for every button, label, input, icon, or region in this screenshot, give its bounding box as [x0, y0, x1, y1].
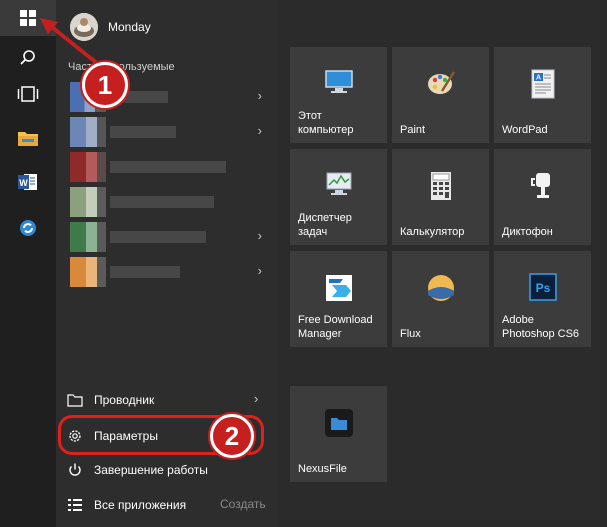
tile-wordpad[interactable]: A WordPad — [494, 47, 591, 143]
sync-app-taskbar-button[interactable] — [0, 208, 56, 248]
most-used-app-item[interactable] — [70, 152, 266, 182]
explorer-label: Проводник — [94, 393, 155, 407]
all-apps-label: Все приложения — [94, 498, 187, 512]
annotation-step-2: 2 — [210, 414, 254, 458]
power-icon — [66, 461, 84, 479]
file-explorer-taskbar-button[interactable] — [0, 118, 56, 158]
most-used-app-item[interactable]: › — [70, 117, 266, 147]
app-thumbnail — [70, 222, 106, 252]
app-thumbnail — [70, 257, 106, 287]
tile-voice-recorder[interactable]: Диктофон — [494, 149, 591, 245]
tile-task-manager[interactable]: Диспетчер задач — [290, 149, 387, 245]
most-used-app-item[interactable]: › — [70, 222, 266, 252]
tile-photoshop[interactable]: Ps Adobe Photoshop CS6 — [494, 251, 591, 347]
chevron-right-icon[interactable]: › — [258, 123, 262, 138]
tile-nexusfile[interactable]: NexusFile — [290, 386, 387, 482]
chevron-right-icon[interactable]: › — [258, 88, 262, 103]
tile-label: Adobe Photoshop CS6 — [502, 314, 580, 340]
task-view-icon — [17, 86, 39, 102]
create-label: Создать — [220, 497, 266, 511]
tile-label: Диспетчер задач — [298, 212, 352, 238]
computer-icon — [324, 70, 353, 93]
paint-palette-icon — [427, 71, 455, 94]
shutdown-menu-item[interactable]: Завершение работы — [66, 458, 266, 482]
tile-label: Этот компьютер — [298, 110, 354, 136]
tile-label: NexusFile — [298, 463, 347, 475]
task-view-button[interactable] — [0, 74, 56, 114]
microphone-icon — [530, 173, 550, 198]
blurred-app-name — [110, 161, 226, 173]
blurred-app-name — [110, 266, 180, 278]
word-icon: W — [18, 174, 37, 190]
chevron-right-icon[interactable]: › — [258, 228, 262, 243]
wordpad-icon: A — [531, 69, 554, 99]
app-thumbnail — [70, 117, 106, 147]
folder-icon — [18, 132, 38, 146]
tile-flux[interactable]: Flux — [392, 251, 489, 347]
explorer-menu-item[interactable]: Проводник — [66, 388, 266, 412]
most-used-app-item[interactable]: › — [70, 257, 266, 287]
tile-label: Paint — [400, 124, 426, 136]
svg-text:W: W — [19, 178, 28, 188]
tile-paint[interactable]: Paint — [392, 47, 489, 143]
tiles-pane: Этот компьютер Paint A WordPad Диспетчер… — [278, 0, 607, 527]
blurred-app-name — [110, 196, 214, 208]
app-thumbnail — [70, 187, 106, 217]
tile-label: WordPad — [502, 124, 548, 136]
folder-outline-icon — [66, 391, 84, 409]
svg-text:A: A — [535, 75, 540, 82]
blurred-app-name — [110, 231, 206, 243]
tile-label: Диктофон — [502, 226, 553, 238]
task-manager-icon — [326, 172, 351, 195]
most-used-app-item[interactable] — [70, 187, 266, 217]
sync-icon — [20, 220, 36, 236]
fdm-icon — [325, 275, 352, 301]
word-taskbar-button[interactable]: W — [0, 162, 56, 202]
shutdown-label: Завершение работы — [94, 463, 208, 477]
annotation-step-1: 1 — [82, 62, 128, 108]
nexusfile-icon — [324, 409, 353, 437]
tile-calculator[interactable]: Калькулятор — [392, 149, 489, 245]
app-thumbnail — [70, 152, 106, 182]
svg-text:Ps: Ps — [535, 281, 550, 295]
start-menu-screenshot: W Monday Часто используемые › › › › Пров… — [0, 0, 607, 527]
photoshop-icon: Ps — [528, 273, 557, 301]
tile-label: Калькулятор — [400, 226, 465, 238]
chevron-right-icon[interactable]: › — [254, 391, 258, 406]
blurred-app-name — [110, 126, 176, 138]
calculator-icon — [430, 172, 451, 200]
tile-free-download-manager[interactable]: Free Download Manager — [290, 251, 387, 347]
tile-this-pc[interactable]: Этот компьютер — [290, 47, 387, 143]
tile-label: Free Download Manager — [298, 314, 373, 340]
tile-label: Flux — [400, 328, 421, 340]
list-icon — [66, 496, 84, 514]
flux-icon — [427, 275, 454, 301]
chevron-right-icon[interactable]: › — [258, 263, 262, 278]
